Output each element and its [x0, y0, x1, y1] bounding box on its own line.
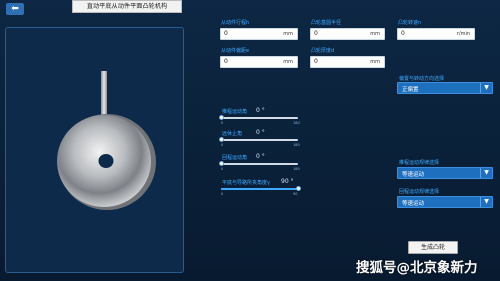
slider-value: 0 °: [256, 129, 265, 136]
slider-handle[interactable]: [218, 161, 224, 166]
stroke-input[interactable]: 0 mm: [220, 28, 298, 40]
generate-cam-button[interactable]: 生成凸轮: [408, 241, 458, 254]
slider-max: 180: [293, 121, 300, 125]
slider-track[interactable]: [218, 115, 298, 120]
direction-select-label: 偏置与转动方向选择: [399, 76, 445, 82]
base-radius-label: 凸轮基圆半径: [311, 20, 342, 26]
slider-handle[interactable]: [218, 115, 224, 120]
watermark: 搜狐号@北京象新力: [356, 260, 478, 276]
speed-input[interactable]: 0 r/min: [397, 28, 475, 40]
thickness-label: 凸轮厚度d: [311, 48, 335, 54]
thickness-input[interactable]: 0 mm: [310, 56, 385, 68]
chevron-down-icon: ▼: [480, 168, 492, 178]
slider-max: 180: [293, 143, 300, 147]
base-radius-input[interactable]: 0 mm: [310, 28, 385, 40]
slider-max: 90: [293, 192, 298, 196]
slider-max: 180: [293, 167, 300, 171]
cam-bore: [98, 154, 114, 168]
slider-value: 0 °: [256, 107, 265, 114]
rise-motion-select-label: 推程运动规律选择: [399, 160, 440, 166]
stroke-label: 从动件行程h: [221, 20, 250, 26]
offset-label: 从动件偏距e: [221, 48, 250, 54]
back-arrow-icon: ⬅: [11, 4, 19, 14]
slider-label: 推程运动角: [222, 109, 248, 115]
cam-model: [57, 71, 156, 210]
slider-min: 0: [221, 143, 224, 147]
page-title: 直动平底从动件平面凸轮机构: [72, 0, 182, 13]
slider-track[interactable]: [218, 161, 298, 166]
slider-handle[interactable]: [218, 137, 224, 142]
speed-label: 凸轮转速n: [398, 20, 422, 26]
slider-label: 远休止角: [222, 131, 243, 137]
return-motion-select-label: 回程运动规律选择: [399, 189, 440, 195]
slider-track[interactable]: [221, 186, 301, 191]
slider-handle[interactable]: [295, 186, 301, 191]
slider-min: 0: [221, 121, 224, 125]
slider-min: 0: [221, 167, 224, 171]
slider-fill: [221, 188, 298, 190]
cam-3d-viewport[interactable]: [5, 27, 184, 273]
return-motion-select[interactable]: 等速运动 ▼: [397, 196, 493, 208]
chevron-down-icon: ▼: [480, 83, 492, 93]
chevron-down-icon: ▼: [480, 197, 492, 207]
direction-select[interactable]: 正偏置 ▼: [397, 82, 493, 94]
rise-motion-select[interactable]: 等速运动 ▼: [397, 167, 493, 179]
back-button[interactable]: ⬅: [6, 3, 24, 15]
slider-label: 回程运动角: [222, 155, 248, 161]
slider-value: 0 °: [256, 153, 265, 160]
slider-track[interactable]: [218, 137, 298, 142]
slider-label: 平底与导路所夹角度γ: [222, 180, 270, 186]
slider-min: 0: [221, 192, 224, 196]
slider-value: 90 °: [281, 178, 294, 185]
offset-input[interactable]: 0 mm: [220, 56, 298, 68]
